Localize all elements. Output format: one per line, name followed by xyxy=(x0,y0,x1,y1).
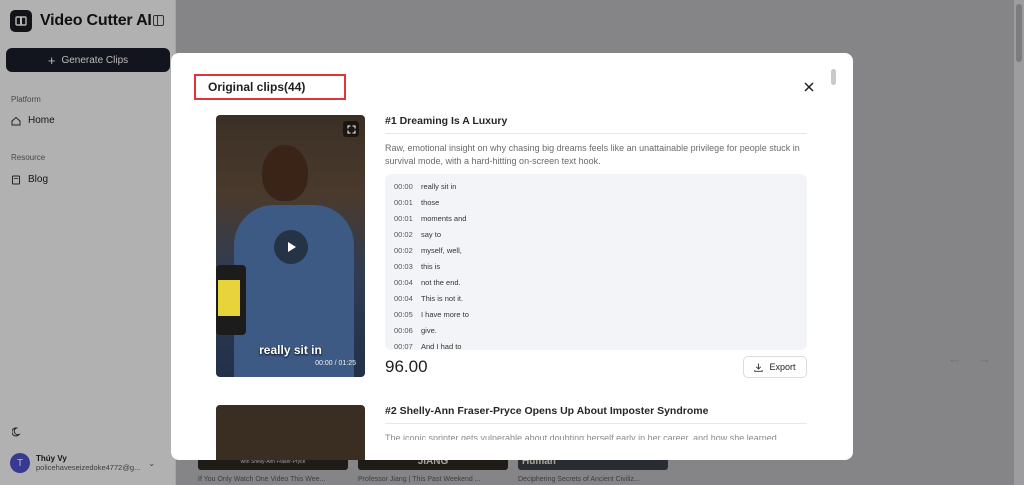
transcript-text: say to xyxy=(421,230,442,239)
transcript-text: those xyxy=(421,198,440,207)
transcript-timestamp: 00:02 xyxy=(394,246,413,255)
transcript-row[interactable]: 00:01 moments and xyxy=(394,214,466,223)
transcript-timestamp: 00:00 xyxy=(394,182,413,191)
transcript-timestamp: 00:04 xyxy=(394,294,413,303)
transcript-timestamp: 00:03 xyxy=(394,262,413,271)
video-frame-mic-flag xyxy=(218,280,240,316)
clip-video-player[interactable]: really sit in 00:00 / 01:25 xyxy=(216,115,365,377)
transcript-timestamp: 00:01 xyxy=(394,214,413,223)
transcript-text: moments and xyxy=(421,214,467,223)
transcript-text: myself, well, xyxy=(421,246,462,255)
transcript-panel[interactable]: 00:00 really sit in 00:01 those 00:01 moments… xyxy=(385,174,807,350)
transcript-timestamp: 00:02 xyxy=(394,230,413,239)
video-frame-person-head xyxy=(262,145,308,201)
transcript-row[interactable]: 00:01 those xyxy=(394,198,439,207)
transcript-text: this is xyxy=(421,262,441,271)
clip-title: #1 Dreaming Is A Luxury xyxy=(385,115,508,127)
transcript-timestamp: 00:05 xyxy=(394,310,413,319)
transcript-row[interactable]: 00:06 give. xyxy=(394,326,437,335)
page-scrollbar-thumb[interactable] xyxy=(1016,4,1022,62)
clip-title: #2 Shelly-Ann Fraser-Pryce Opens Up Abou… xyxy=(385,405,709,417)
transcript-row[interactable]: 00:03 this is xyxy=(394,262,440,271)
clip-description: Raw, emotional insight on why chasing bi… xyxy=(385,143,800,166)
divider xyxy=(385,423,807,424)
transcript-row[interactable]: 00:07 And I had to xyxy=(394,342,461,350)
video-time: 00:00 / 01:25 xyxy=(315,360,356,367)
original-clips-modal: Original clips(44) really sit in 00:00 /… xyxy=(171,53,853,460)
transcript-text: I have more to xyxy=(421,310,469,319)
transcript-text: not the end. xyxy=(421,278,461,287)
transcript-text: give. xyxy=(421,326,437,335)
divider xyxy=(385,133,807,134)
transcript-timestamp: 00:07 xyxy=(394,342,413,350)
transcript-text: This is not it. xyxy=(421,294,464,303)
transcript-timestamp: 00:04 xyxy=(394,278,413,287)
transcript-text: And I had to xyxy=(421,342,462,350)
download-icon xyxy=(754,363,764,372)
close-icon[interactable] xyxy=(803,81,815,93)
export-button[interactable]: Export xyxy=(743,356,807,378)
page-scrollbar[interactable] xyxy=(1014,0,1024,485)
transcript-timestamp: 00:01 xyxy=(394,198,413,207)
transcript-row[interactable]: 00:04 This is not it. xyxy=(394,294,463,303)
video-caption-text: really sit in xyxy=(259,343,322,357)
fullscreen-expand-icon[interactable] xyxy=(343,121,359,137)
clip-description: The iconic sprinter gets vulnerable abou… xyxy=(385,433,777,440)
clip-score: 96.00 xyxy=(385,357,428,376)
transcript-row[interactable]: 00:02 say to xyxy=(394,230,441,239)
modal-title: Original clips(44) xyxy=(208,80,306,94)
transcript-row[interactable]: 00:04 not the end. xyxy=(394,278,461,287)
transcript-text: really sit in xyxy=(421,182,457,191)
modal-scrollbar-thumb[interactable] xyxy=(831,69,836,85)
transcript-row[interactable]: 00:05 I have more to xyxy=(394,310,469,319)
transcript-row[interactable]: 00:00 really sit in xyxy=(394,182,456,191)
transcript-timestamp: 00:06 xyxy=(394,326,413,335)
transcript-row[interactable]: 00:02 myself, well, xyxy=(394,246,462,255)
play-icon[interactable] xyxy=(274,230,308,264)
export-label: Export xyxy=(769,362,796,372)
clip-video-player[interactable] xyxy=(216,405,365,460)
